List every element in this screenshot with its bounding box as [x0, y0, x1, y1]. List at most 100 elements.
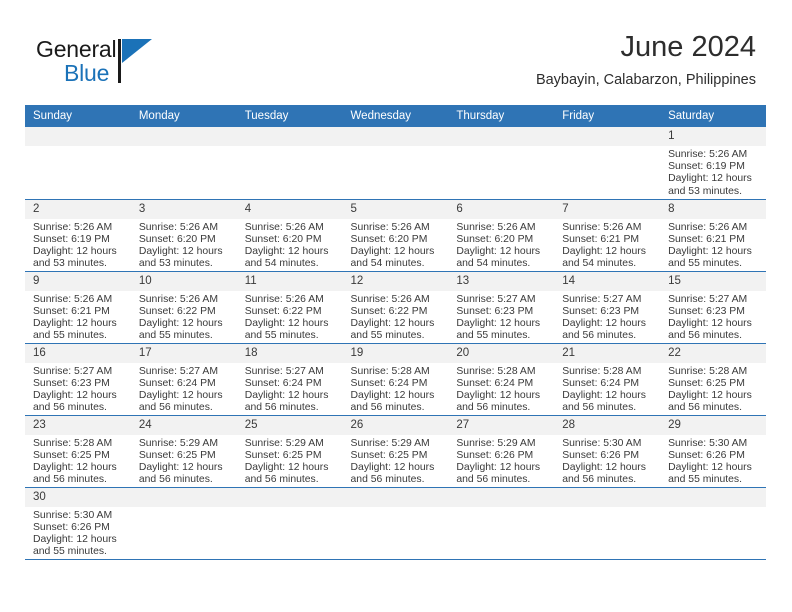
daylight-text: Daylight: 12 hours and 56 minutes. — [562, 461, 646, 486]
sunrise-text: Sunrise: 5:28 AM — [668, 365, 748, 377]
calendar-body: 1 Sunrise: 5:26 AM Sunset: 6:19 PM Daylight… — [25, 127, 766, 560]
day-number: 21 — [554, 343, 661, 363]
day-number — [236, 487, 343, 507]
calendar-day-cell[interactable]: 13 Sunrise: 5:27 AM Sunset: 6:23 PM Dayligh… — [448, 271, 555, 344]
sunrise-text: Sunrise: 5:26 AM — [244, 293, 324, 305]
sunrise-text: Sunrise: 5:30 AM — [668, 437, 748, 449]
calendar-day-cell[interactable]: 3 Sunrise: 5:26 AM Sunset: 6:20 PM Daylight… — [130, 199, 237, 272]
sunset-text: Sunset: 6:22 PM — [350, 305, 428, 317]
day-number — [660, 487, 766, 507]
calendar-day-cell[interactable]: 23 Sunrise: 5:28 AM Sunset: 6:25 PM Dayligh… — [25, 415, 131, 488]
calendar-day-cell[interactable]: 24 Sunrise: 5:29 AM Sunset: 6:25 PM Dayligh… — [130, 415, 237, 488]
weekday-header-sunday: Sunday — [25, 105, 131, 127]
brand-logo[interactable]: General Blue — [36, 36, 166, 92]
day-details: Sunrise: 5:26 AM Sunset: 6:22 PM Daylight:… — [343, 291, 449, 343]
day-details: Sunrise: 5:26 AM Sunset: 6:20 PM Daylight:… — [448, 219, 554, 271]
daylight-text: Daylight: 12 hours and 56 minutes. — [33, 389, 117, 414]
calendar-day-cell[interactable]: 5 Sunrise: 5:26 AM Sunset: 6:20 PM Daylight… — [342, 199, 449, 272]
calendar-day-cell-empty — [554, 127, 661, 200]
day-number: 22 — [660, 343, 766, 363]
sunset-text: Sunset: 6:24 PM — [244, 377, 322, 389]
sunrise-text: Sunrise: 5:26 AM — [562, 221, 642, 233]
calendar-day-cell[interactable]: 20 Sunrise: 5:28 AM Sunset: 6:24 PM Dayligh… — [448, 343, 555, 416]
triangle-icon — [122, 39, 152, 63]
calendar-day-cell[interactable]: 26 Sunrise: 5:29 AM Sunset: 6:25 PM Dayligh… — [342, 415, 449, 488]
sunset-text: Sunset: 6:25 PM — [138, 449, 216, 461]
logo-bar-icon — [118, 39, 121, 83]
day-details: Sunrise: 5:27 AM Sunset: 6:23 PM Daylight:… — [448, 291, 554, 343]
day-number: 14 — [554, 271, 661, 291]
sunrise-text: Sunrise: 5:27 AM — [33, 365, 113, 377]
calendar-day-cell[interactable]: 21 Sunrise: 5:28 AM Sunset: 6:24 PM Dayligh… — [554, 343, 661, 416]
day-number: 16 — [25, 343, 131, 363]
day-number: 4 — [236, 199, 343, 219]
daylight-text: Daylight: 12 hours and 56 minutes. — [138, 461, 223, 486]
sunrise-text: Sunrise: 5:27 AM — [456, 293, 536, 305]
daylight-text: Daylight: 12 hours and 53 minutes. — [138, 245, 223, 270]
day-details: Sunrise: 5:26 AM Sunset: 6:19 PM Daylight:… — [660, 146, 766, 198]
daylight-text: Daylight: 12 hours and 55 minutes. — [456, 317, 541, 342]
calendar-day-cell[interactable]: 10 Sunrise: 5:26 AM Sunset: 6:22 PM Dayligh… — [130, 271, 237, 344]
sunset-text: Sunset: 6:22 PM — [138, 305, 216, 317]
calendar-day-cell[interactable]: 4 Sunrise: 5:26 AM Sunset: 6:20 PM Daylight… — [236, 199, 343, 272]
day-number: 19 — [342, 343, 449, 363]
calendar-day-cell[interactable]: 16 Sunrise: 5:27 AM Sunset: 6:23 PM Dayligh… — [25, 343, 131, 416]
day-details: Sunrise: 5:28 AM Sunset: 6:24 PM Daylight:… — [343, 363, 449, 415]
day-details: Sunrise: 5:27 AM Sunset: 6:23 PM Daylight:… — [554, 291, 660, 343]
daylight-text: Daylight: 12 hours and 56 minutes. — [562, 317, 646, 342]
day-details: Sunrise: 5:26 AM Sunset: 6:19 PM Daylight:… — [25, 219, 131, 271]
calendar-day-cell[interactable]: 28 Sunrise: 5:30 AM Sunset: 6:26 PM Dayligh… — [554, 415, 661, 488]
sunrise-text: Sunrise: 5:26 AM — [350, 293, 430, 305]
daylight-text: Daylight: 12 hours and 56 minutes. — [350, 389, 435, 414]
day-number — [342, 487, 449, 507]
calendar-day-cell[interactable]: 18 Sunrise: 5:27 AM Sunset: 6:24 PM Dayligh… — [236, 343, 343, 416]
calendar-day-cell[interactable]: 29 Sunrise: 5:30 AM Sunset: 6:26 PM Dayligh… — [660, 415, 766, 488]
daylight-text: Daylight: 12 hours and 53 minutes. — [33, 245, 117, 270]
calendar-day-cell[interactable]: 6 Sunrise: 5:26 AM Sunset: 6:20 PM Daylight… — [448, 199, 555, 272]
calendar-day-cell[interactable]: 11 Sunrise: 5:26 AM Sunset: 6:22 PM Dayligh… — [236, 271, 343, 344]
daylight-text: Daylight: 12 hours and 56 minutes. — [244, 389, 329, 414]
day-number: 15 — [660, 271, 766, 291]
sunset-text: Sunset: 6:23 PM — [668, 305, 745, 317]
day-details: Sunrise: 5:28 AM Sunset: 6:25 PM Daylight:… — [25, 435, 131, 487]
calendar-day-cell-empty — [342, 487, 449, 560]
day-details: Sunrise: 5:27 AM Sunset: 6:23 PM Daylight:… — [25, 363, 131, 415]
calendar-day-cell[interactable]: 27 Sunrise: 5:29 AM Sunset: 6:26 PM Dayligh… — [448, 415, 555, 488]
calendar-day-cell[interactable]: 30 Sunrise: 5:30 AM Sunset: 6:26 PM Dayligh… — [25, 487, 131, 560]
calendar-day-cell[interactable]: 1 Sunrise: 5:26 AM Sunset: 6:19 PM Daylight… — [660, 127, 766, 200]
sunrise-text: Sunrise: 5:26 AM — [138, 221, 218, 233]
calendar-day-cell[interactable]: 25 Sunrise: 5:29 AM Sunset: 6:25 PM Dayligh… — [236, 415, 343, 488]
sunset-text: Sunset: 6:23 PM — [33, 377, 110, 389]
sunrise-text: Sunrise: 5:26 AM — [668, 149, 748, 160]
daylight-text: Daylight: 12 hours and 56 minutes. — [668, 317, 752, 342]
calendar-day-cell[interactable]: 19 Sunrise: 5:28 AM Sunset: 6:24 PM Dayligh… — [342, 343, 449, 416]
calendar-day-cell[interactable]: 7 Sunrise: 5:26 AM Sunset: 6:21 PM Daylight… — [554, 199, 661, 272]
calendar-day-cell[interactable]: 14 Sunrise: 5:27 AM Sunset: 6:23 PM Dayligh… — [554, 271, 661, 344]
daylight-text: Daylight: 12 hours and 54 minutes. — [244, 245, 329, 270]
calendar-day-cell[interactable]: 22 Sunrise: 5:28 AM Sunset: 6:25 PM Dayligh… — [660, 343, 766, 416]
sunset-text: Sunset: 6:24 PM — [138, 377, 216, 389]
sunset-text: Sunset: 6:20 PM — [456, 233, 534, 245]
daylight-text: Daylight: 12 hours and 56 minutes. — [244, 461, 329, 486]
day-number: 10 — [130, 271, 237, 291]
daylight-text: Daylight: 12 hours and 55 minutes. — [33, 533, 117, 558]
daylight-text: Daylight: 12 hours and 54 minutes. — [562, 245, 646, 270]
day-details: Sunrise: 5:27 AM Sunset: 6:24 PM Daylight:… — [131, 363, 237, 415]
day-details: Sunrise: 5:27 AM Sunset: 6:23 PM Daylight:… — [660, 291, 766, 343]
sunset-text: Sunset: 6:24 PM — [350, 377, 428, 389]
calendar-day-cell-empty — [660, 487, 766, 560]
page-header: General Blue June 2024 Baybayin, Calabar… — [0, 0, 792, 98]
day-details: Sunrise: 5:26 AM Sunset: 6:20 PM Daylight:… — [237, 219, 343, 271]
calendar-day-cell[interactable]: 15 Sunrise: 5:27 AM Sunset: 6:23 PM Dayligh… — [660, 271, 766, 344]
calendar-day-cell[interactable]: 12 Sunrise: 5:26 AM Sunset: 6:22 PM Dayligh… — [342, 271, 449, 344]
calendar-day-cell[interactable]: 9 Sunrise: 5:26 AM Sunset: 6:21 PM Daylight… — [25, 271, 131, 344]
calendar-day-cell[interactable]: 17 Sunrise: 5:27 AM Sunset: 6:24 PM Dayligh… — [130, 343, 237, 416]
weekday-header-friday: Friday — [554, 105, 661, 127]
calendar-day-cell-empty — [130, 487, 237, 560]
day-number — [25, 127, 131, 146]
calendar-day-cell[interactable]: 2 Sunrise: 5:26 AM Sunset: 6:19 PM Daylight… — [25, 199, 131, 272]
day-number: 13 — [448, 271, 555, 291]
daylight-text: Daylight: 12 hours and 56 minutes. — [668, 389, 752, 414]
calendar-day-cell[interactable]: 8 Sunrise: 5:26 AM Sunset: 6:21 PM Daylight… — [660, 199, 766, 272]
daylight-text: Daylight: 12 hours and 54 minutes. — [350, 245, 435, 270]
